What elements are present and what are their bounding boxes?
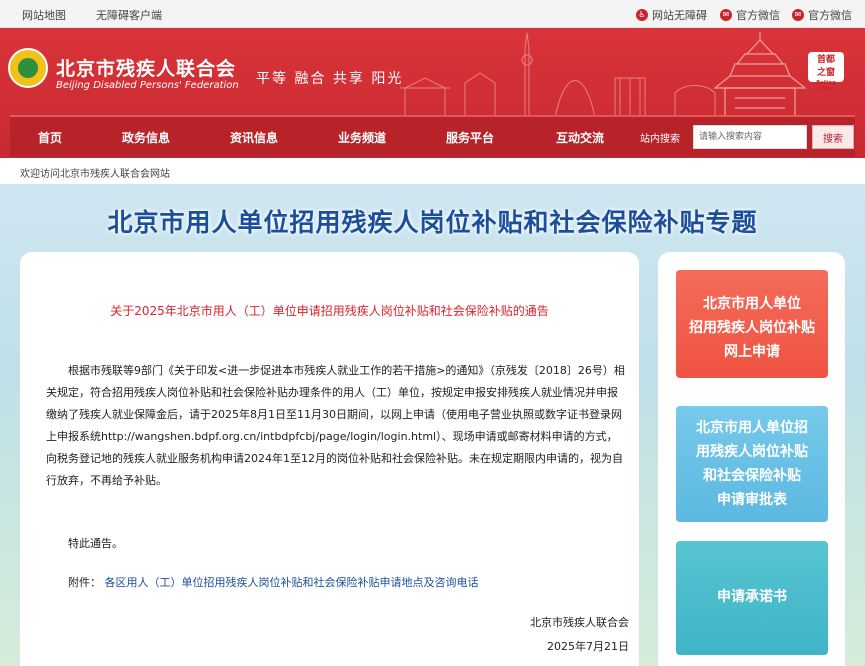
- search-button[interactable]: 搜索: [812, 125, 854, 149]
- signature-org: 北京市残疾人联合会: [530, 616, 629, 629]
- attachment-line: 附件： 各区用人（工）单位招用残疾人岗位补贴和社会保险补贴申请地点及咨询电话: [68, 574, 479, 590]
- search-input[interactable]: [693, 125, 807, 149]
- nav-news[interactable]: 资讯信息: [230, 129, 278, 146]
- bdpf-logo-emblem[interactable]: [8, 48, 48, 88]
- nav-service-platform[interactable]: 服务平台: [446, 129, 494, 146]
- nav-government-info[interactable]: 政务信息: [122, 129, 170, 146]
- site-accessible-link[interactable]: ♿ 网站无障碍: [636, 7, 707, 23]
- topic-banner-title: 北京市用人单位招用残疾人岗位补贴和社会保险补贴专题: [107, 208, 758, 237]
- wechat-link-2[interactable]: ✉ 官方微信: [792, 7, 852, 23]
- site-name-english: Beijing Disabled Persons' Federation: [56, 80, 239, 91]
- wechat-link-1[interactable]: ✉ 官方微信: [720, 7, 780, 23]
- nav-home[interactable]: 首页: [38, 129, 62, 146]
- wechat-icon: ✉: [720, 9, 732, 21]
- notice-closing: 特此通告。: [68, 537, 123, 550]
- sidebar: 北京市用人单位 招用残疾人岗位补贴 网上申请 北京市用人单位招 用残疾人岗位补贴…: [658, 252, 845, 666]
- online-apply-button[interactable]: 北京市用人单位 招用残疾人岗位补贴 网上申请: [676, 270, 828, 378]
- accessible-client-link[interactable]: 无障碍客户端: [96, 7, 162, 23]
- notice-body: 根据市残联等9部门《关于印发<进一步促进本市残疾人就业工作的若干措施>的通知》（…: [46, 364, 625, 487]
- accessibility-icon: ♿: [636, 9, 648, 21]
- site-slogan: 平等 融合 共享 阳光: [256, 71, 404, 87]
- attachment-label: 附件：: [68, 576, 101, 589]
- beijing-skyline-illustration: [400, 32, 807, 118]
- site-name[interactable]: 北京市残疾人联合会: [56, 54, 236, 81]
- nav-interaction[interactable]: 互动交流: [556, 129, 604, 146]
- notice-article: 关于2025年北京市用人（工）单位申请招用残疾人岗位补贴和社会保险补贴的通告 根…: [20, 252, 639, 666]
- nav-business[interactable]: 业务频道: [338, 129, 386, 146]
- notice-title: 关于2025年北京市用人（工）单位申请招用残疾人岗位补贴和社会保险补贴的通告: [110, 304, 549, 318]
- attachment-link[interactable]: 各区用人（工）单位招用残疾人岗位补贴和社会保险补贴申请地点及咨询电话: [105, 576, 479, 589]
- commitment-letter-button[interactable]: 申请承诺书: [676, 541, 828, 655]
- top-utility-bar: 网站地图 无障碍客户端 ♿ 网站无障碍 ✉ 官方微信 ✉ 官方微信: [0, 0, 865, 28]
- signature-date: 2025年7月21日: [547, 640, 629, 653]
- wechat-icon: ✉: [792, 9, 804, 21]
- main-nav: 首页 政务信息 资讯信息 业务频道 服务平台 互动交流 站内搜索 搜索: [10, 115, 855, 157]
- site-header: 北京市残疾人联合会 Beijing Disabled Persons' Fede…: [0, 28, 865, 158]
- approval-form-button[interactable]: 北京市用人单位招 用残疾人岗位补贴 和社会保险补贴 申请审批表: [676, 406, 828, 522]
- welcome-text: 欢迎访问北京市残疾人联合会网站: [20, 169, 170, 180]
- sitemap-link[interactable]: 网站地图: [22, 7, 66, 23]
- capital-window-logo[interactable]: 首都 之窗 Beijing China: [808, 52, 844, 92]
- search-label: 站内搜索: [640, 134, 680, 145]
